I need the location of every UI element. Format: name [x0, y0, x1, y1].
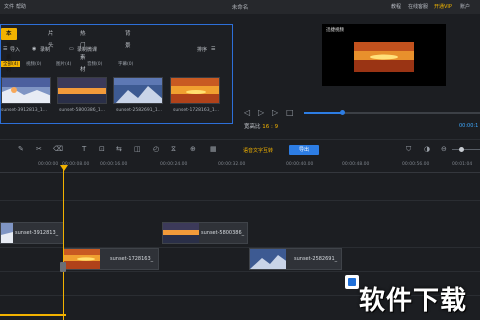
- tab-local-media[interactable]: 本地素材: [1, 28, 17, 73]
- ruler-mark: 00:00:48.00: [342, 162, 370, 167]
- record-button[interactable]: 录制: [40, 46, 50, 53]
- clip-thumbnail: [64, 249, 100, 269]
- timeline-ruler[interactable]: 00:00:00 00:00:08.00 00:00:16.00 00:00:2…: [0, 160, 480, 172]
- filter-audio[interactable]: 音频(0): [87, 61, 102, 67]
- divider: [0, 139, 480, 140]
- media-filters: 全部(4) 视频(0) 图片(4) 音频(0) 字幕(0): [1, 61, 232, 69]
- support-link[interactable]: 在线客服: [408, 3, 428, 10]
- progress-fill: [304, 112, 342, 114]
- watermark-logo: [345, 275, 359, 289]
- crop-icon[interactable]: ⊡: [99, 145, 105, 153]
- ratio-value: 16 : 9: [262, 124, 279, 130]
- zoom-out-icon[interactable]: ⊖: [441, 145, 447, 153]
- next-frame-icon[interactable]: ▷: [272, 108, 278, 117]
- filter-icon[interactable]: ◫: [134, 145, 141, 153]
- clip-label: sunset-5800386_: [201, 230, 245, 236]
- media-thumbnail[interactable]: [170, 77, 220, 104]
- mountain-sunset-image: [114, 78, 162, 103]
- ruler-mark: 00:00:16.00: [100, 162, 128, 167]
- vip-link[interactable]: 开通VIP: [434, 3, 452, 10]
- filter-video[interactable]: 视频(0): [26, 61, 41, 67]
- preview-timecode: 00:00:1: [459, 123, 479, 129]
- watermark: 软件下载: [341, 272, 480, 320]
- mic-icon[interactable]: ◑: [424, 145, 430, 153]
- ruler-mark: 00:00:32.00: [218, 162, 246, 167]
- ruler-mark: 00:00:40.00: [286, 162, 314, 167]
- zoom-slider-knob[interactable]: [459, 147, 464, 152]
- filter-subtitle[interactable]: 字幕(0): [118, 61, 133, 67]
- record-icon[interactable]: ◉: [32, 46, 36, 52]
- clip-trim-handle[interactable]: [60, 262, 66, 272]
- rewind-icon[interactable]: ◁: [244, 108, 250, 117]
- clip-thumbnail: [250, 249, 286, 269]
- speech-text-link[interactable]: 语音文字互转: [243, 147, 273, 154]
- speed-icon[interactable]: ◴: [153, 145, 159, 153]
- zoom-icon[interactable]: ⊕: [190, 145, 196, 153]
- freeze-icon[interactable]: ⧖: [171, 145, 176, 154]
- play-icon[interactable]: ▷: [258, 108, 264, 117]
- ruler-mark: 00:00:00: [38, 162, 59, 167]
- delete-icon[interactable]: ⌫: [53, 145, 63, 153]
- aspect-ratio[interactable]: 宽高比 16 : 9: [244, 122, 278, 130]
- timeline-clip[interactable]: sunset-3912813_: [0, 222, 64, 244]
- zoom-slider[interactable]: [452, 149, 480, 150]
- media-toolbar: ☰ 导入 ◉ 录制 ▭ 录制微课 排序 ☰: [1, 46, 232, 56]
- marker-icon[interactable]: ⛉: [406, 145, 411, 154]
- media-label: sunset-5800386_1...: [59, 108, 105, 113]
- sort-button[interactable]: 排序: [197, 46, 207, 53]
- ruler-baseline: [0, 172, 480, 173]
- snow-sunset-image: [2, 78, 50, 103]
- track-separator: [0, 200, 480, 201]
- ratio-label: 宽高比: [244, 124, 261, 130]
- clip-label: sunset-3912813_: [15, 230, 59, 236]
- record-voice-icon[interactable]: ▭: [69, 46, 74, 52]
- playhead-handle[interactable]: [60, 165, 68, 171]
- media-panel: 本地素材 片头 热门素材 背景 ☰ 导入 ◉ 录制 ▭ 录制微课 排序 ☰ 全部…: [0, 24, 233, 124]
- clip-thumbnail: [163, 223, 199, 243]
- title-bar: 文件 帮助 未命名 教程 在线客服 开通VIP 账户: [0, 0, 480, 14]
- timeline-clip[interactable]: sunset-2582691_: [249, 248, 342, 270]
- clip-label: sunset-2582691_: [294, 256, 338, 262]
- tutorial-link[interactable]: 教程: [391, 3, 401, 10]
- cut-icon[interactable]: ✂: [36, 145, 42, 153]
- import-button[interactable]: 导入: [10, 46, 20, 53]
- progress-knob[interactable]: [340, 110, 345, 115]
- sea-sunset-image: [58, 78, 106, 103]
- media-label: sunset-1728163_1...: [173, 108, 219, 113]
- stop-icon[interactable]: □: [286, 108, 294, 117]
- tab-intro[interactable]: 片头: [48, 28, 54, 49]
- tab-background[interactable]: 背景: [125, 28, 131, 49]
- media-label: sunset-3912813_1...: [1, 108, 47, 113]
- import-icon[interactable]: ☰: [3, 46, 7, 52]
- filter-image[interactable]: 图片(4): [56, 61, 71, 67]
- ruler-mark: 00:00:56.00: [402, 162, 430, 167]
- timeline-clip[interactable]: sunset-1728163_: [63, 248, 159, 270]
- record-voice-button[interactable]: 录制微课: [77, 46, 97, 53]
- timeline-clip[interactable]: sunset-5800386_: [162, 222, 248, 244]
- media-thumbnail[interactable]: [113, 77, 163, 104]
- account-link[interactable]: 账户: [460, 3, 470, 10]
- timeline-scrollbar[interactable]: [0, 314, 66, 316]
- clip-label: sunset-1728163_: [110, 256, 154, 262]
- tab-hot-media[interactable]: 热门素材: [80, 28, 86, 73]
- filter-all[interactable]: 全部(4): [1, 61, 21, 67]
- pen-icon[interactable]: ✎: [18, 145, 24, 153]
- list-view-icon[interactable]: ☰: [211, 46, 215, 52]
- watermark-text: 软件下载: [359, 286, 468, 316]
- media-thumbnail[interactable]: [1, 77, 51, 104]
- app-window: 文件 帮助 未命名 教程 在线客服 开通VIP 账户 本地素材 片头 热门素材 …: [0, 0, 480, 320]
- preview-image: [354, 42, 414, 72]
- transition-icon[interactable]: ⇆: [116, 145, 122, 153]
- playhead-line[interactable]: [63, 168, 64, 320]
- text-icon[interactable]: T: [82, 145, 86, 153]
- media-label: sunset-2582691_1...: [116, 108, 162, 113]
- media-thumbnail[interactable]: [57, 77, 107, 104]
- ruler-mark: 00:01:04: [452, 162, 473, 167]
- preview-overlay-text: 迅捷视频: [326, 28, 344, 33]
- ruler-mark: 00:00:24.00: [160, 162, 188, 167]
- mosaic-icon[interactable]: ▦: [210, 145, 217, 153]
- orange-sunset-image: [171, 78, 219, 103]
- export-button[interactable]: 导出: [289, 145, 319, 155]
